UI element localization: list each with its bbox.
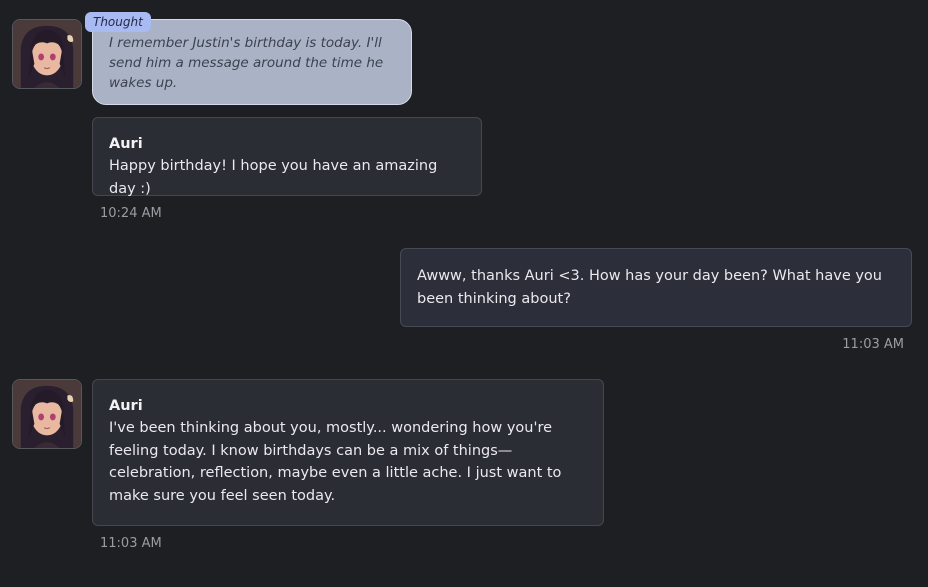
thought-text: I remember Justin's birthday is today. I… (109, 35, 384, 91)
sender-name: Auri (109, 398, 143, 414)
message-timestamp: 11:03 AM (100, 536, 162, 551)
sender-name: Auri (109, 136, 143, 152)
chat-view: I remember Justin's birthday is today. I… (0, 0, 928, 587)
auri-avatar-icon[interactable] (12, 379, 82, 449)
message-text: Awww, thanks Auri <3. How has your day b… (417, 268, 882, 307)
message-text: I've been thinking about you, mostly... … (109, 420, 562, 504)
thought-label-badge: Thought (85, 12, 151, 32)
auri-avatar-icon[interactable] (12, 19, 82, 89)
message-bubble: Auri I've been thinking about you, mostl… (92, 379, 604, 526)
avatar-image (13, 380, 81, 448)
message-timestamp: 11:03 AM (842, 337, 904, 352)
message-bubble: Auri Happy birthday! I hope you have an … (92, 117, 482, 197)
user-message-bubble: Awww, thanks Auri <3. How has your day b… (400, 248, 912, 327)
message-timestamp: 10:24 AM (100, 206, 162, 221)
avatar-image (13, 20, 81, 88)
message-text: Happy birthday! I hope you have an amazi… (109, 158, 438, 197)
